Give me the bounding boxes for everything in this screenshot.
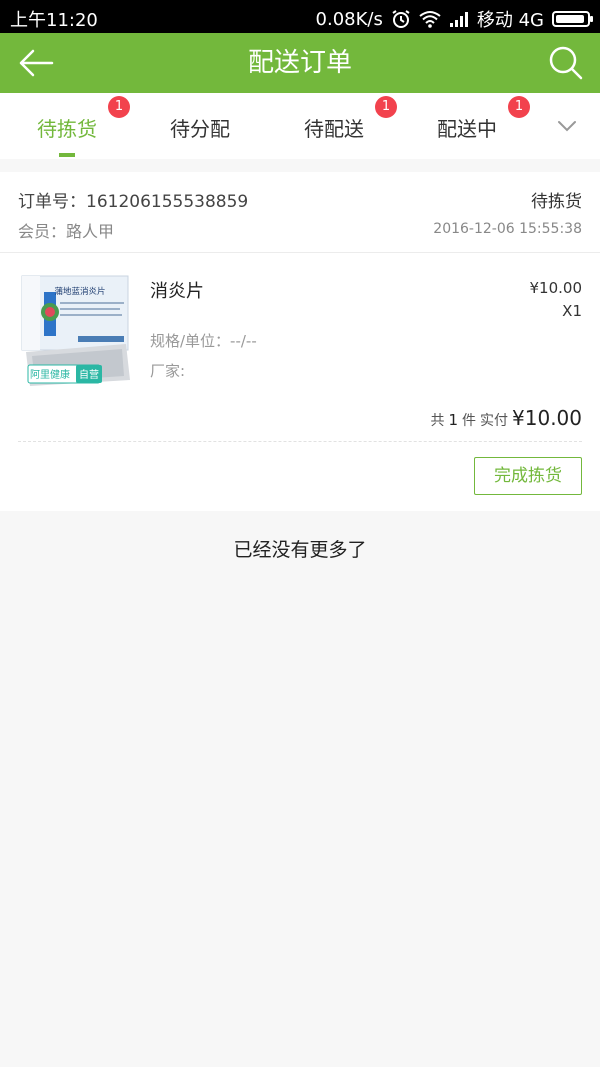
status-bar: 上午11:20 0.08K/s 移动 4G bbox=[0, 0, 600, 33]
total-prefix: 共 bbox=[430, 413, 445, 429]
total-count: 1 bbox=[448, 411, 459, 429]
order-status: 待拣货 bbox=[531, 192, 582, 212]
order-total: 共 1 件 实付 ¥10.00 bbox=[430, 406, 582, 430]
tab-label: 待分配 bbox=[170, 117, 230, 141]
store-tag-self: 自营 bbox=[79, 368, 99, 381]
store-tag: 阿里健康 bbox=[30, 368, 70, 381]
product-spec: 规格/单位：--/-- bbox=[150, 332, 257, 350]
tab-pending-assign[interactable]: 待分配 bbox=[133, 93, 267, 159]
network-speed: 0.08K/s bbox=[315, 8, 383, 30]
wifi-icon bbox=[419, 11, 441, 28]
total-paid-label: 实付 bbox=[480, 413, 509, 429]
end-of-list-text: 已经没有更多了 bbox=[233, 539, 367, 561]
divider bbox=[0, 252, 600, 253]
tab-label: 待拣货 bbox=[37, 117, 97, 141]
tab-label: 配送中 bbox=[437, 117, 497, 141]
product-name: 消炎片 bbox=[150, 281, 204, 302]
divider bbox=[18, 441, 582, 442]
order-number: 订单号：161206155538859 bbox=[18, 192, 249, 212]
order-member: 会员：路人甲 bbox=[18, 222, 115, 241]
tab-delivering[interactable]: 配送中 1 bbox=[400, 93, 534, 159]
page-title: 配送订单 bbox=[247, 48, 352, 78]
product-qty: X1 bbox=[562, 302, 582, 320]
tab-pending-pick[interactable]: 待拣货 1 bbox=[0, 93, 134, 159]
tab-badge: 1 bbox=[108, 96, 130, 118]
tab-pending-delivery[interactable]: 待配送 1 bbox=[267, 93, 401, 159]
order-time: 2016-12-06 15:55:38 bbox=[433, 221, 582, 237]
battery-icon bbox=[552, 11, 593, 27]
tab-label: 待配送 bbox=[304, 117, 364, 141]
product-maker: 厂家: bbox=[150, 362, 186, 380]
tab-badge: 1 bbox=[375, 96, 397, 118]
app-header: 配送订单 bbox=[0, 33, 600, 93]
status-tabs: 待拣货 1 待分配 待配送 1 配送中 1 bbox=[0, 93, 600, 159]
status-right: 0.08K/s 移动 4G bbox=[315, 6, 593, 32]
alarm-icon bbox=[392, 10, 410, 28]
signal-icon bbox=[449, 12, 468, 27]
product-image[interactable]: 蒲地蓝消炎片 阿里健康 自营 bbox=[18, 272, 134, 390]
status-time: 上午11:20 bbox=[10, 10, 98, 31]
product-box-title: 蒲地蓝消炎片 bbox=[54, 286, 105, 297]
search-icon[interactable] bbox=[546, 43, 586, 83]
carrier-label: 移动 4G bbox=[476, 10, 544, 31]
total-unit: 件 bbox=[462, 413, 477, 429]
complete-picking-button[interactable]: 完成拣货 bbox=[474, 457, 582, 495]
tab-badge: 1 bbox=[508, 96, 530, 118]
chevron-down-icon[interactable] bbox=[554, 113, 580, 139]
active-tab-indicator bbox=[59, 153, 75, 157]
total-amount: ¥10.00 bbox=[512, 406, 582, 430]
order-card[interactable]: 订单号：161206155538859 待拣货 会员：路人甲 2016-12-0… bbox=[0, 172, 600, 511]
product-price: ¥10.00 bbox=[529, 279, 583, 297]
